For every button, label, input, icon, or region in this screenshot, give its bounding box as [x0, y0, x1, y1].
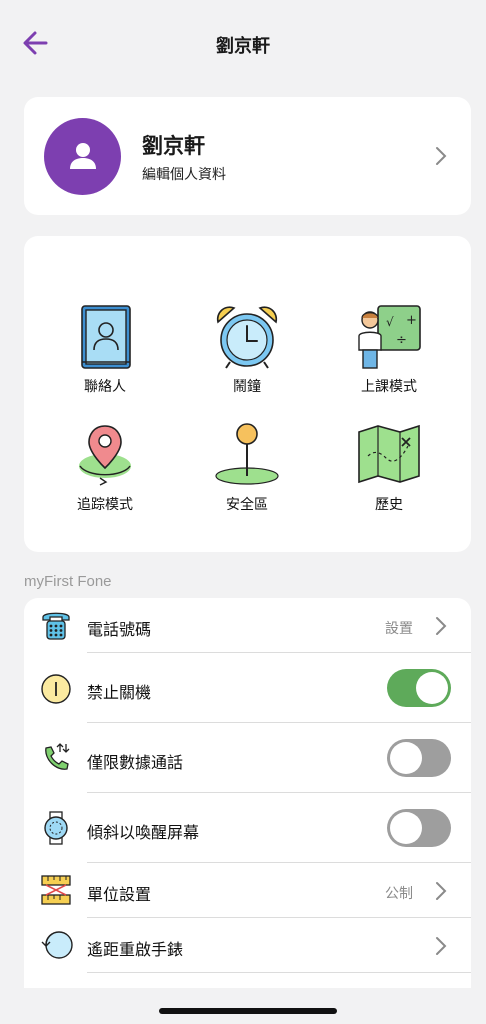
feature-label: 上課模式 [361, 378, 417, 394]
feature-label: 鬧鐘 [233, 378, 261, 394]
feature-label: 聯絡人 [84, 378, 126, 394]
nav-bar: 劉京軒 [0, 0, 486, 88]
settings-card: 電話號碼 設置 禁止關機 僅限數據通話 傾斜以喚醒屏幕 單位設置 公制 遙距重啟… [24, 598, 471, 988]
feature-tracking[interactable]: 追踪模式 [45, 422, 165, 532]
settings-row-unit-settings[interactable]: 單位設置 公制 [24, 863, 471, 917]
settings-label: 禁止關機 [87, 685, 152, 702]
data-call-icon [45, 743, 70, 770]
home-indicator [159, 1008, 337, 1014]
feature-contacts[interactable]: 聯絡人 [45, 304, 165, 414]
safe-zone-icon [215, 423, 279, 485]
features-card: 聯絡人 鬧鐘 √ + ÷ 上課模式 追踪模式 安全區 歷史 [24, 236, 471, 552]
settings-row-no-power-off: 禁止關機 [24, 653, 471, 723]
settings-label: 傾斜以喚醒屏幕 [87, 825, 200, 842]
settings-row-remote-restart[interactable]: 遙距重啟手錶 [24, 918, 471, 972]
feature-alarm[interactable]: 鬧鐘 [187, 304, 307, 414]
avatar [44, 118, 121, 195]
person-icon [70, 143, 96, 169]
feature-label: 追踪模式 [77, 496, 133, 512]
section-label: myFirst Fone [24, 573, 112, 590]
settings-row-data-call-only: 僅限數據通話 [24, 723, 471, 793]
chevron-right-icon [436, 937, 447, 955]
feature-class-mode[interactable]: √ + ÷ 上課模式 [329, 304, 449, 414]
alarm-clock-icon [216, 306, 278, 369]
chevron-right-icon [436, 882, 447, 900]
chevron-right-icon [436, 617, 447, 635]
ruler-icon [41, 875, 71, 905]
toggle-knob [390, 812, 422, 844]
class-mode-icon: √ + ÷ [358, 305, 421, 369]
toggle-knob [390, 742, 422, 774]
settings-row-phone-number[interactable]: 電話號碼 設置 [24, 598, 471, 652]
profile-name: 劉京軒 [142, 135, 205, 158]
svg-text:√: √ [386, 315, 394, 329]
history-map-icon [358, 424, 420, 484]
settings-value: 公制 [385, 885, 413, 901]
divider [87, 972, 471, 973]
settings-value: 設置 [385, 620, 413, 636]
chevron-right-icon [436, 147, 447, 165]
settings-label: 電話號碼 [87, 622, 152, 639]
settings-row-tilt-to-wake: 傾斜以喚醒屏幕 [24, 793, 471, 863]
tilt-to-wake-toggle[interactable] [387, 809, 451, 847]
profile-card[interactable]: 劉京軒 編輯個人資料 [24, 97, 471, 215]
feature-history[interactable]: 歷史 [329, 422, 449, 532]
contacts-book-icon [81, 305, 131, 369]
feature-label: 歷史 [375, 496, 403, 512]
restart-icon [41, 931, 73, 959]
svg-text:+: + [406, 313, 417, 328]
toggle-knob [416, 672, 448, 704]
watch-icon [44, 811, 68, 845]
page-title: 劉京軒 [216, 36, 270, 56]
power-icon [41, 674, 71, 704]
edit-profile-link[interactable]: 編輯個人資料 [142, 164, 226, 184]
no-power-off-toggle[interactable] [387, 669, 451, 707]
feature-safe-zone[interactable]: 安全區 [187, 422, 307, 532]
settings-label: 僅限數據通話 [87, 755, 184, 772]
settings-label: 遙距重啟手錶 [87, 942, 184, 959]
settings-label: 單位設置 [87, 887, 152, 904]
svg-text:÷: ÷ [396, 333, 407, 348]
tracking-pin-icon [79, 425, 131, 486]
phone-icon [42, 612, 70, 640]
data-call-only-toggle[interactable] [387, 739, 451, 777]
feature-label: 安全區 [226, 496, 268, 512]
